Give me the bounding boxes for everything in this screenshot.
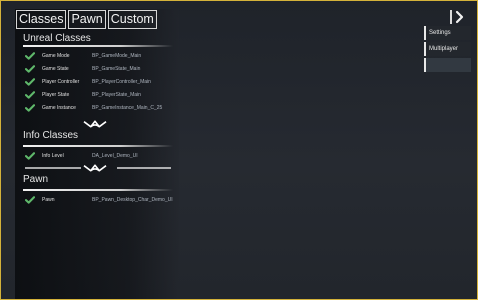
pawn-row: Pawn BP_Pawn_Desktop_Char_Demo_UI: [23, 193, 183, 206]
pawn-underline: [23, 189, 173, 191]
pawn-rows: Pawn BP_Pawn_Desktop_Char_Demo_UI: [23, 193, 183, 206]
class-value: BP_Pawn_Desktop_Char_Demo_UI: [92, 196, 173, 203]
multiplayer-menu-item[interactable]: Multiplayer: [424, 42, 471, 56]
class-value: BP_GameState_Main: [92, 65, 141, 72]
check-icon: [25, 103, 35, 112]
ornament-divider-icon: [25, 164, 171, 172]
class-label: Game Instance: [42, 104, 76, 111]
tab-pawn[interactable]: Pawn: [68, 10, 106, 29]
tab-classes[interactable]: Classes: [16, 10, 67, 29]
info-classes-underline: [23, 145, 173, 147]
settings-menu-item[interactable]: Settings: [424, 26, 471, 40]
check-icon: [25, 151, 35, 160]
class-label: Game Mode: [42, 52, 70, 59]
right-side-menu: Settings Multiplayer: [424, 26, 471, 74]
unreal-classes-heading: Unreal Classes: [23, 33, 91, 44]
tab-bar: Classes Pawn Custom: [16, 10, 157, 29]
check-icon: [25, 51, 35, 60]
class-label: Game State: [42, 65, 69, 72]
unreal-class-row-game-state: Game State BP_GameState_Main: [23, 62, 183, 75]
unreal-classes-rows: Game Mode BP_GameMode_Main Game State BP…: [23, 49, 183, 114]
classes-panel: Classes Pawn Custom Unreal Classes Game …: [15, 9, 179, 299]
check-icon: [25, 77, 35, 86]
pawn-heading: Pawn: [23, 174, 49, 185]
info-class-row-info-level: Info Level DA_Level_Demo_UI: [23, 149, 183, 162]
class-value: BP_GameMode_Main: [92, 52, 142, 59]
ornament-divider-icon: [25, 120, 171, 128]
selected-menu-item[interactable]: [424, 58, 471, 72]
class-label: Player Controller: [42, 78, 80, 85]
unreal-class-row-game-instance: Game Instance BP_GameInstance_Main_C_25: [23, 101, 183, 114]
class-label: Info Level: [42, 152, 64, 159]
app-frame: Classes Pawn Custom Unreal Classes Game …: [0, 0, 478, 300]
info-classes-heading: Info Classes: [23, 130, 79, 141]
class-value: BP_PlayerState_Main: [92, 91, 141, 98]
class-label: Pawn: [42, 196, 55, 203]
class-label: Player State: [42, 91, 70, 98]
close-chevron-icon[interactable]: [448, 9, 469, 25]
unreal-class-row-player-state: Player State BP_PlayerState_Main: [23, 88, 183, 101]
check-icon: [25, 64, 35, 73]
unreal-classes-underline: [23, 45, 173, 47]
info-classes-rows: Info Level DA_Level_Demo_UI: [23, 149, 183, 162]
check-icon: [25, 90, 35, 99]
tab-custom[interactable]: Custom: [107, 10, 157, 29]
class-value: DA_Level_Demo_UI: [92, 152, 138, 159]
unreal-class-row-game-mode: Game Mode BP_GameMode_Main: [23, 49, 183, 62]
class-value: BP_PlayerController_Main: [92, 78, 151, 85]
class-value: BP_GameInstance_Main_C_25: [92, 104, 163, 111]
check-icon: [25, 195, 35, 204]
unreal-class-row-player-controller: Player Controller BP_PlayerController_Ma…: [23, 75, 183, 88]
